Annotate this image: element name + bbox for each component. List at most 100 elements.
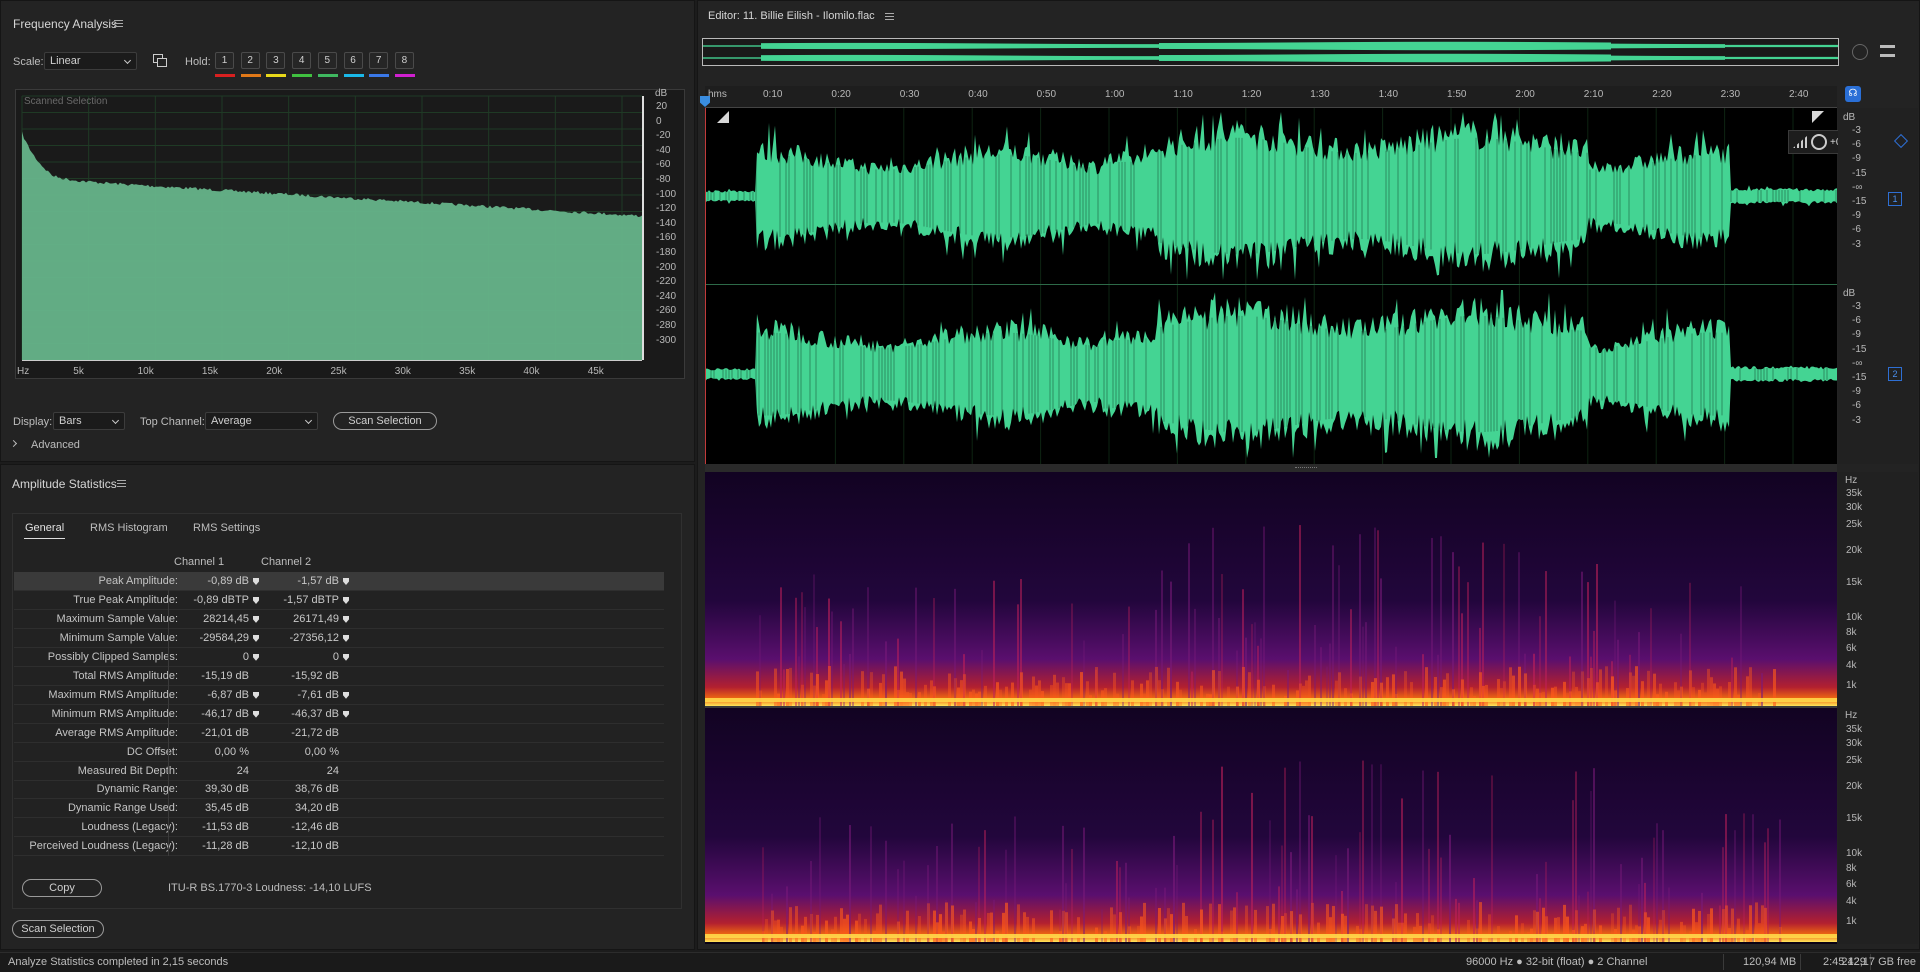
pin-marker-icon[interactable] [343,578,349,585]
stat-label: Minimum Sample Value: [59,631,178,644]
stat-row[interactable]: Minimum RMS Amplitude: -46,17 dB -46,37 dB [14,705,664,724]
stat-row[interactable]: Total RMS Amplitude: -15,19 dB -15,92 dB [14,667,664,686]
display-dropdown[interactable]: Bars [53,412,125,430]
wave-db-tick: -9 [1852,153,1861,165]
time-tick: 2:00 [1515,89,1535,100]
time-tick: 2:40 [1789,89,1809,100]
stat-label: Dynamic Range Used: [67,802,178,815]
channel-1-value: -15,19 dB [201,669,249,682]
amplitude-panel-menu-icon[interactable] [117,480,126,487]
channel-2-value: -21,72 dB [291,726,339,739]
view-splitter[interactable] [705,464,1837,472]
gain-knob-icon[interactable] [1811,134,1827,150]
chevron-right-icon[interactable] [9,439,18,448]
time-tick: 2:10 [1583,89,1604,100]
pin-marker-icon[interactable] [343,710,349,718]
hold-color-1 [215,74,235,77]
amplitude-scan-selection-button[interactable]: Scan Selection [12,920,104,938]
stat-row[interactable]: DC Offset: 0,00 % 0,00 % [14,743,664,762]
stereo-waveform [704,108,1862,464]
hold-color-7 [369,74,390,77]
stat-row[interactable]: Loudness (Legacy): -11,53 dB -12,46 dB [14,818,664,838]
channel-2-value: -7,61 dB [297,688,339,701]
channel-2-value: -1,57 dBTP [283,593,339,606]
stat-row[interactable]: Minimum Sample Value: -29584,29 -27356,12 [14,629,664,648]
wave-db-tick: -15 [1852,196,1867,207]
time-tick: 1:50 [1447,89,1467,100]
hold-button-7[interactable]: 7 [369,52,389,69]
time-tick: 1:00 [1105,89,1125,100]
channel-1-value: 0,00 % [214,745,249,758]
layout-icon[interactable] [1880,45,1895,57]
panel-menu-icon[interactable] [114,20,123,27]
scale-dropdown[interactable]: Linear [44,52,137,70]
pin-marker-icon[interactable] [343,615,349,623]
hz-tick: 1k [1846,916,1857,927]
pin-marker-icon[interactable] [343,596,349,604]
hold-button-1[interactable]: 1 [215,52,234,69]
hz-tick: 4k [1846,896,1857,907]
overview-strip[interactable] [702,38,1839,66]
spectrogram [705,472,1837,942]
pin-marker-icon[interactable] [343,653,349,661]
tab-rms-settings[interactable]: RMS Settings [193,522,260,534]
scale-label: Scale: [13,56,44,68]
spectral-display[interactable] [705,472,1837,944]
editor-title: Editor: 11. Billie Eilish - Ilomilo.flac [708,10,875,22]
hold-button-4[interactable]: 4 [292,52,312,69]
stat-row[interactable]: Measured Bit Depth: 24 24 [14,762,664,781]
wave-db-tick: -3 [1852,414,1861,426]
zoom-icon[interactable] [1852,44,1868,60]
stat-label: True Peak Amplitude: [73,593,178,606]
stat-row[interactable]: Average RMS Amplitude: -21,01 dB -21,72 dB [14,724,664,743]
copy-graph-icon[interactable] [153,54,167,67]
hold-button-8[interactable]: 8 [394,52,414,69]
stat-label: Average RMS Amplitude: [55,726,178,739]
db-tick: -220 [656,276,677,288]
advanced-toggle[interactable]: Advanced [31,439,80,451]
hz-tick: 10k [137,366,154,377]
frequency-plot [21,95,644,361]
tab-general[interactable]: General [25,522,64,534]
splitter-grip[interactable] [1295,467,1317,469]
graph-overlay-label: Scanned Selection [24,96,108,107]
hz-tick: 15k [201,366,219,377]
time-tick: 0:30 [899,89,920,100]
stat-row[interactable]: Possibly Clipped Samples: 0 0 [14,648,664,667]
hz-tick: 6k [1846,643,1857,654]
hold-button-6[interactable]: 6 [343,52,363,69]
hold-color-8 [394,74,415,77]
channel-2-badge[interactable]: 2 [1888,367,1902,381]
stat-row[interactable]: Maximum RMS Amplitude: -6,87 dB -7,61 dB [14,686,664,705]
channel-1-badge[interactable]: 1 [1888,192,1902,206]
editor-menu-icon[interactable] [885,13,894,20]
hold-color-6 [343,74,364,77]
copy-button[interactable]: Copy [22,879,102,897]
hold-button-2[interactable]: 2 [240,52,260,69]
channel-1-value: -6,87 dB [207,688,249,701]
stat-row[interactable]: Perceived Loudness (Legacy): -11,28 dB -12… [14,837,664,857]
hold-button-3[interactable]: 3 [266,52,286,69]
frequency-graph[interactable]: Scanned Selection [15,89,685,379]
pin-marker-icon[interactable] [343,691,349,699]
time-tick: 0:50 [1036,89,1057,100]
stat-row[interactable]: Dynamic Range Used: 35,45 dB 34,20 dB [14,799,664,819]
scan-selection-button[interactable]: Scan Selection [333,412,437,430]
stat-row[interactable]: Peak Amplitude: -0,89 dB -1,57 dB [14,572,664,591]
stat-label: Perceived Loudness (Legacy): [29,840,178,853]
hz-unit-2: Hz [1845,710,1858,721]
hold-button-5[interactable]: 5 [317,52,337,69]
stat-row[interactable]: Maximum Sample Value: 28214,45 26171,49 [14,610,664,629]
channel-1-value: -11,28 dB [202,840,249,853]
top-channel-dropdown[interactable]: Average [205,412,318,430]
pin-marker-icon[interactable] [343,634,349,642]
headphone-icon[interactable]: ☊ [1845,86,1861,102]
channel-1-value: -0,89 dB [207,575,249,587]
status-file-size: 120,94 MB [1743,956,1797,968]
stat-label: Total RMS Amplitude: [72,669,178,682]
wave-db-tick: -9 [1852,386,1861,398]
waveform-display[interactable] [704,108,1862,464]
tab-rms-histogram[interactable]: RMS Histogram [90,522,168,534]
stat-row[interactable]: True Peak Amplitude: -0,89 dBTP -1,57 dBTP [14,591,664,610]
stat-row[interactable]: Dynamic Range: 39,30 dB 38,76 dB [14,780,664,800]
